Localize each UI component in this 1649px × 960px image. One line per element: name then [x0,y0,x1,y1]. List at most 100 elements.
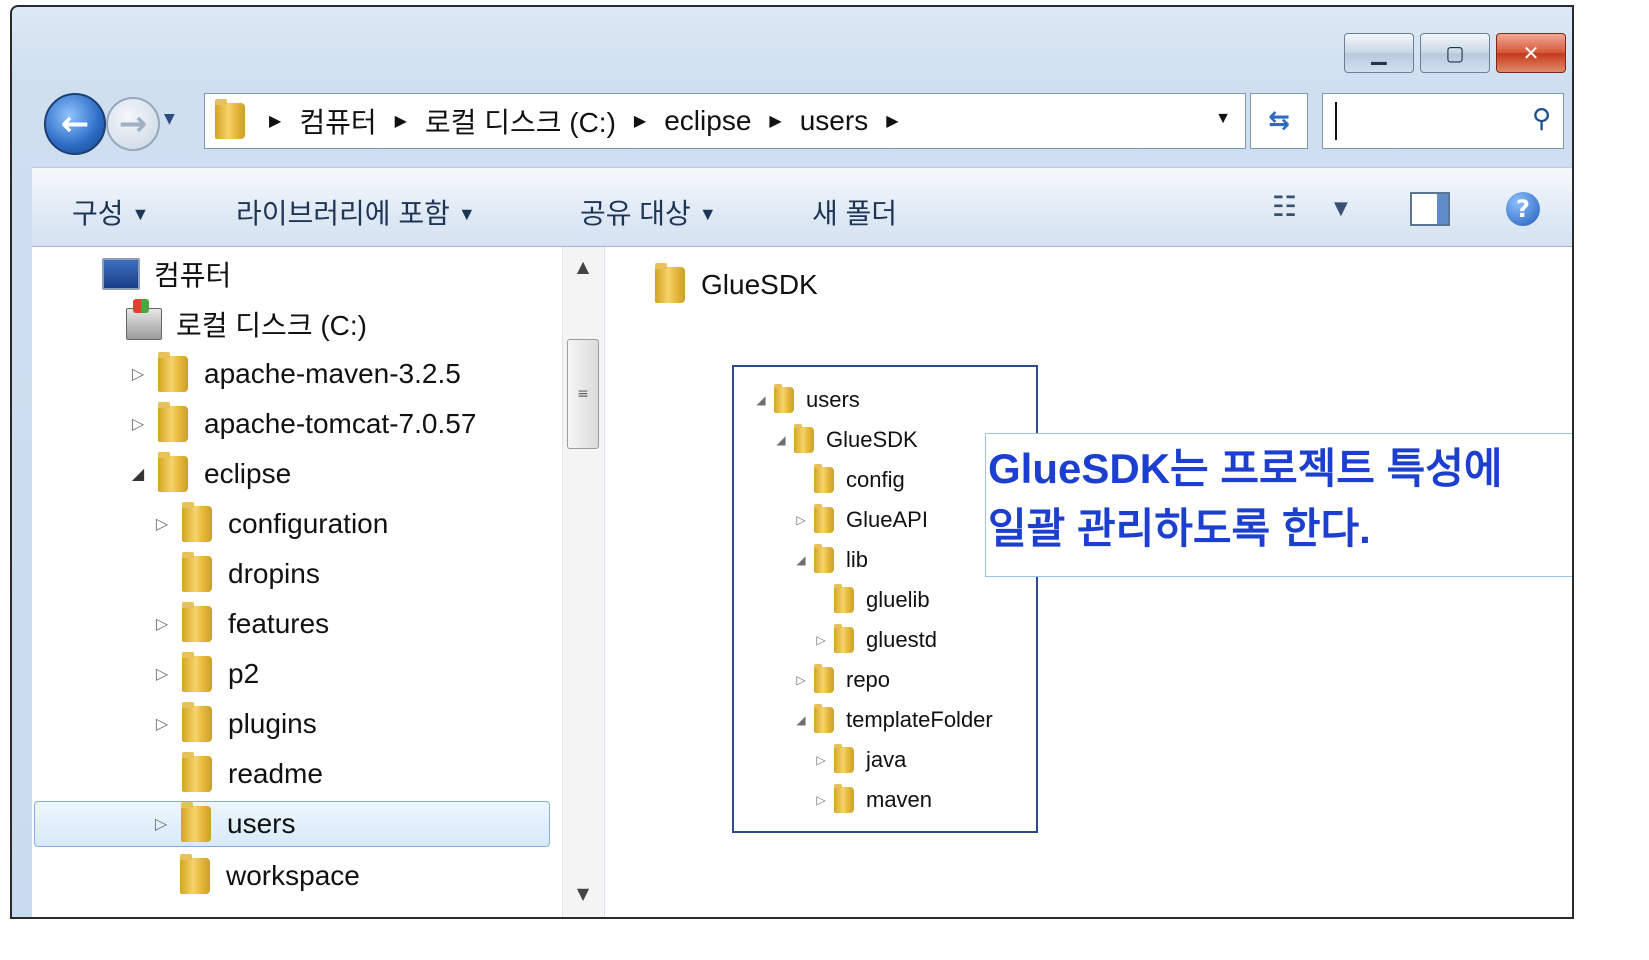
address-dropdown-icon[interactable]: ▼ [1215,110,1231,128]
breadcrumb-computer[interactable]: 컴퓨터 [299,101,376,141]
folder-icon [814,704,834,733]
tree-item-apache-maven[interactable]: ▷ apache-maven-3.2.5 [128,351,461,397]
inset-tree-item: ▷ java [814,744,906,775]
history-dropdown-icon[interactable]: ▼ [164,111,175,127]
nav-pane-scrollbar[interactable]: ▲ ≡ ▼ [562,247,603,917]
breadcrumb-separator-icon[interactable]: ▶ [886,111,898,131]
inset-tree-item: ▷ repo [794,664,890,695]
inset-tree-label: gluelib [866,587,930,612]
tree-item-workspace[interactable]: workspace [150,853,360,899]
refresh-button[interactable]: ⇆ [1250,93,1308,149]
inset-tree-label: gluestd [866,627,937,652]
tree-item-plugins[interactable]: ▷ plugins [152,701,317,747]
tree-item-users[interactable]: ▷ users [34,801,550,847]
breadcrumb-eclipse[interactable]: eclipse [664,105,751,137]
expand-arrow-icon: ▷ [816,753,826,767]
inset-tree-label: GlueSDK [826,427,918,452]
forward-arrow-icon: → [118,104,148,144]
expand-arrow-icon[interactable]: ▷ [152,514,172,534]
organize-label: 구성 [72,198,124,229]
file-item-gluesdk[interactable]: GlueSDK [655,263,818,303]
inset-tree-label: maven [866,787,933,812]
breadcrumb-local-disk[interactable]: 로컬 디스크 (C:) [425,101,616,141]
scroll-down-arrow-icon[interactable]: ▼ [563,884,603,903]
computer-icon [102,258,140,290]
tree-item-configuration[interactable]: ▷ configuration [152,501,388,547]
tree-item-eclipse[interactable]: ◢ eclipse [128,451,291,497]
annotation-callout: GlueSDK는 프로젝트 특성에 일괄 관리하도록 한다. [985,433,1572,577]
breadcrumb-users[interactable]: users [800,105,868,137]
organize-menu[interactable]: 구성 ▼ [72,192,149,232]
breadcrumb-separator-icon[interactable]: ▶ [395,111,407,131]
folder-icon [182,602,212,642]
inset-tree-item: config [794,464,905,495]
expand-arrow-icon: ▷ [816,793,826,807]
folder-icon [834,584,854,613]
search-input[interactable] [1335,102,1523,140]
chevron-down-icon: ▼ [131,204,150,224]
change-view-icon[interactable]: ☷ [1272,190,1297,223]
tree-item-apache-tomcat[interactable]: ▷ apache-tomcat-7.0.57 [128,401,476,447]
expand-arrow-icon[interactable]: ▷ [151,814,171,834]
folder-icon [774,384,794,413]
folder-icon [182,502,212,542]
new-folder-label: 새 폴더 [812,198,898,229]
forward-button[interactable]: → [106,97,160,151]
include-in-library-menu[interactable]: 라이브러리에 포함 ▼ [236,192,476,232]
search-box[interactable]: ⚲ [1322,93,1564,149]
new-folder-button[interactable]: 새 폴더 [812,192,897,232]
minimize-button[interactable]: ▁ [1344,33,1414,73]
tree-item-label: apache-tomcat-7.0.57 [204,408,477,439]
tree-item-label: workspace [226,860,360,891]
close-button[interactable]: ✕ [1496,33,1566,73]
folder-icon [158,452,188,492]
expand-arrow-icon[interactable]: ▷ [128,364,148,384]
preview-pane-icon[interactable] [1410,192,1450,226]
tree-item-label: 컴퓨터 [154,260,232,291]
include-in-library-label: 라이브러리에 포함 [236,198,450,229]
tree-item-label: p2 [228,658,260,689]
breadcrumb-separator-icon[interactable]: ▶ [769,111,781,131]
share-with-menu[interactable]: 공유 대상 ▼ [580,192,717,232]
inset-tree-item: ▷ maven [814,784,933,815]
collapse-arrow-icon: ◢ [756,393,766,407]
tree-item-label: dropins [228,558,320,589]
tree-item-p2[interactable]: ▷ p2 [152,651,259,697]
collapse-arrow-icon[interactable]: ◢ [128,464,148,484]
scroll-thumb[interactable]: ≡ [567,339,599,449]
expand-arrow-icon[interactable]: ▷ [152,614,172,634]
folder-icon [182,552,212,592]
folder-icon [814,544,834,573]
folder-icon [814,504,834,533]
address-bar[interactable]: ▶ 컴퓨터 ▶ 로컬 디스크 (C:) ▶ eclipse ▶ users ▶ … [204,93,1246,149]
folder-icon [834,784,854,813]
tree-item-computer[interactable]: 컴퓨터 [102,251,231,297]
navigation-bar: ← → ▼ ▶ 컴퓨터 ▶ 로컬 디스크 (C:) ▶ eclipse ▶ us… [34,93,1564,155]
chevron-down-icon: ▼ [457,204,476,224]
tree-item-readme[interactable]: readme [152,751,323,797]
scroll-up-arrow-icon[interactable]: ▲ [563,257,603,276]
view-options-dropdown-icon[interactable]: ▼ [1334,198,1348,219]
back-button[interactable]: ← [44,93,106,155]
search-icon[interactable]: ⚲ [1532,104,1551,134]
breadcrumb-separator-icon[interactable]: ▶ [269,111,281,131]
tree-item-local-disk[interactable]: 로컬 디스크 (C:) [126,299,367,347]
tree-item-dropins[interactable]: dropins [152,551,320,597]
folder-icon [814,464,834,493]
folder-icon [181,802,211,842]
expand-arrow-icon[interactable]: ▷ [152,714,172,734]
folder-icon [180,854,210,894]
expand-arrow-icon[interactable]: ▷ [128,414,148,434]
expand-arrow-icon[interactable]: ▷ [152,664,172,684]
maximize-button[interactable]: ▢ [1420,33,1490,73]
inset-tree-label: config [846,467,905,492]
tree-item-features[interactable]: ▷ features [152,601,329,647]
help-icon[interactable]: ? [1506,192,1540,226]
folder-icon [182,652,212,692]
collapse-arrow-icon: ◢ [776,433,786,447]
inset-tree-item: ◢ templateFolder [794,704,993,735]
navigation-pane: 컴퓨터 로컬 디스크 (C:) ▷ apache-maven-3.2.5 ▷ a… [32,247,605,917]
breadcrumb-separator-icon[interactable]: ▶ [634,111,646,131]
inset-tree-item: ▷ gluestd [814,624,937,655]
folder-icon [182,702,212,742]
